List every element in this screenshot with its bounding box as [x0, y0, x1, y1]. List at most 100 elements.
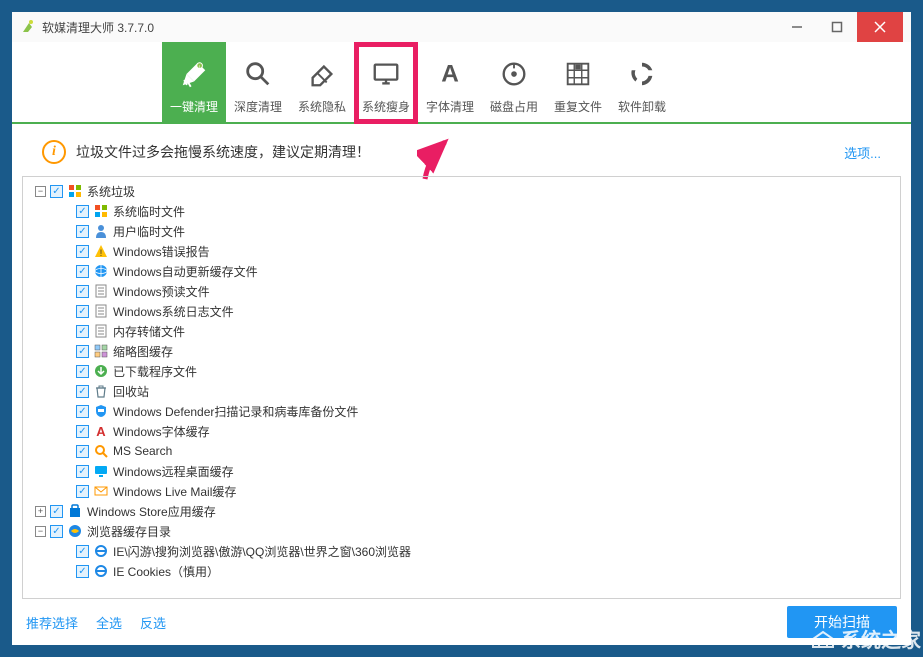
tree-row: Windows预读文件 [25, 281, 898, 301]
tree-panel[interactable]: −系统垃圾系统临时文件用户临时文件!Windows错误报告Windows自动更新… [22, 176, 901, 599]
minimize-button[interactable] [777, 12, 817, 42]
window-buttons [777, 12, 903, 42]
tree-row: !Windows错误报告 [25, 241, 898, 261]
doc-icon [93, 303, 109, 319]
toolbar-eraser[interactable]: 系统隐私 [290, 42, 354, 124]
tree-row: 回收站 [25, 381, 898, 401]
cleanup-tree: −系统垃圾系统临时文件用户临时文件!Windows错误报告Windows自动更新… [23, 177, 900, 585]
tree-item-label: Windows系统日志文件 [113, 303, 234, 320]
info-text: 垃圾文件过多会拖慢系统速度，建议定期清理！ [76, 142, 844, 162]
toolbar-brush[interactable]: 1一键清理 [162, 42, 226, 124]
eraser-icon [307, 52, 337, 96]
tree-item-label: Windows Store应用缓存 [87, 503, 216, 520]
toolbar-label: 软件卸载 [618, 98, 666, 115]
tree-item-label: 系统垃圾 [87, 183, 135, 200]
info-bar: i 垃圾文件过多会拖慢系统速度，建议定期清理！ 选项... [22, 132, 901, 172]
close-button[interactable] [857, 12, 903, 42]
checkbox[interactable] [76, 405, 89, 418]
titlebar: 软媒清理大师 3.7.7.0 [12, 12, 911, 42]
recommend-link[interactable]: 推荐选择 [26, 613, 78, 632]
warn-icon: ! [93, 243, 109, 259]
checkbox[interactable] [76, 245, 89, 258]
checkbox[interactable] [76, 345, 89, 358]
checkbox[interactable] [76, 265, 89, 278]
checkbox[interactable] [76, 545, 89, 558]
tree-row: Windows远程桌面缓存 [25, 461, 898, 481]
toolbar-disk[interactable]: 磁盘占用 [482, 42, 546, 124]
checkbox[interactable] [76, 485, 89, 498]
mail-icon [93, 483, 109, 499]
tree-row: AWindows字体缓存 [25, 421, 898, 441]
maximize-button[interactable] [817, 12, 857, 42]
expander-icon[interactable]: − [35, 526, 46, 537]
select-all-link[interactable]: 全选 [96, 613, 122, 632]
brush-icon: 1 [179, 52, 209, 96]
search-icon [243, 52, 273, 96]
tree-item-label: Windows预读文件 [113, 283, 210, 300]
tree-item-label: IE\闪游\搜狗浏览器\傲游\QQ浏览器\世界之窗\360浏览器 [113, 543, 411, 560]
shield-icon [93, 403, 109, 419]
tree-row: + Windows Store应用缓存 [25, 501, 898, 521]
checkbox[interactable] [76, 285, 89, 298]
font-icon: A [93, 423, 109, 439]
search-y-icon [93, 443, 109, 459]
checkbox[interactable] [76, 365, 89, 378]
checkbox[interactable] [76, 565, 89, 578]
bin-icon [93, 383, 109, 399]
expander-icon[interactable]: − [35, 186, 46, 197]
disk-icon [499, 52, 529, 96]
toolbar-monitor[interactable]: 系统瘦身 [354, 42, 418, 124]
tree-row: 系统临时文件 [25, 201, 898, 221]
toolbar: 1一键清理深度清理系统隐私系统瘦身A字体清理磁盘占用重复文件软件卸载 [12, 42, 911, 124]
checkbox[interactable] [76, 465, 89, 478]
toolbar-label: 系统隐私 [298, 98, 346, 115]
doc-icon [93, 283, 109, 299]
app-icon [20, 19, 36, 35]
win-icon [93, 203, 109, 219]
toolbar-recycle[interactable]: 软件卸载 [610, 42, 674, 124]
expander-icon[interactable]: + [35, 506, 46, 517]
ie-icon [67, 523, 83, 539]
checkbox[interactable] [76, 305, 89, 318]
grid-icon [563, 52, 593, 96]
checkbox[interactable] [76, 205, 89, 218]
monitor-icon [371, 52, 401, 96]
toolbar-label: 重复文件 [554, 98, 602, 115]
checkbox[interactable] [50, 185, 63, 198]
win-icon [67, 183, 83, 199]
invert-link[interactable]: 反选 [140, 613, 166, 632]
app-window: 软媒清理大师 3.7.7.0 1一键清理深度清理系统隐私系统瘦身A字体清理磁盘占… [12, 12, 911, 645]
tree-item-label: Windows Defender扫描记录和病毒库备份文件 [113, 403, 358, 420]
options-link[interactable]: 选项... [844, 143, 881, 162]
tree-item-label: Windows错误报告 [113, 243, 210, 260]
checkbox[interactable] [76, 385, 89, 398]
ie-small-icon [93, 543, 109, 559]
tree-item-label: 内存转储文件 [113, 323, 185, 340]
toolbar-grid[interactable]: 重复文件 [546, 42, 610, 124]
tree-item-label: Windows远程桌面缓存 [113, 463, 234, 480]
tree-row: Windows Defender扫描记录和病毒库备份文件 [25, 401, 898, 421]
toolbar-font[interactable]: A字体清理 [418, 42, 482, 124]
watermark: 系统之家 [809, 624, 921, 653]
globe-icon [93, 263, 109, 279]
tree-row: Windows系统日志文件 [25, 301, 898, 321]
tree-item-label: MS Search [113, 444, 172, 458]
checkbox[interactable] [76, 445, 89, 458]
svg-text:A: A [96, 424, 106, 438]
svg-text:1: 1 [198, 64, 201, 69]
svg-text:A: A [441, 60, 459, 87]
checkbox[interactable] [50, 505, 63, 518]
tree-row: 已下载程序文件 [25, 361, 898, 381]
checkbox[interactable] [76, 225, 89, 238]
tree-item-label: Windows Live Mail缓存 [113, 483, 236, 500]
download-icon [93, 363, 109, 379]
toolbar-search[interactable]: 深度清理 [226, 42, 290, 124]
user-icon [93, 223, 109, 239]
checkbox[interactable] [76, 425, 89, 438]
checkbox[interactable] [50, 525, 63, 538]
tree-item-label: 用户临时文件 [113, 223, 185, 240]
tree-row: − 系统垃圾 [25, 181, 898, 201]
checkbox[interactable] [76, 325, 89, 338]
tree-row: MS Search [25, 441, 898, 461]
store-icon [67, 503, 83, 519]
